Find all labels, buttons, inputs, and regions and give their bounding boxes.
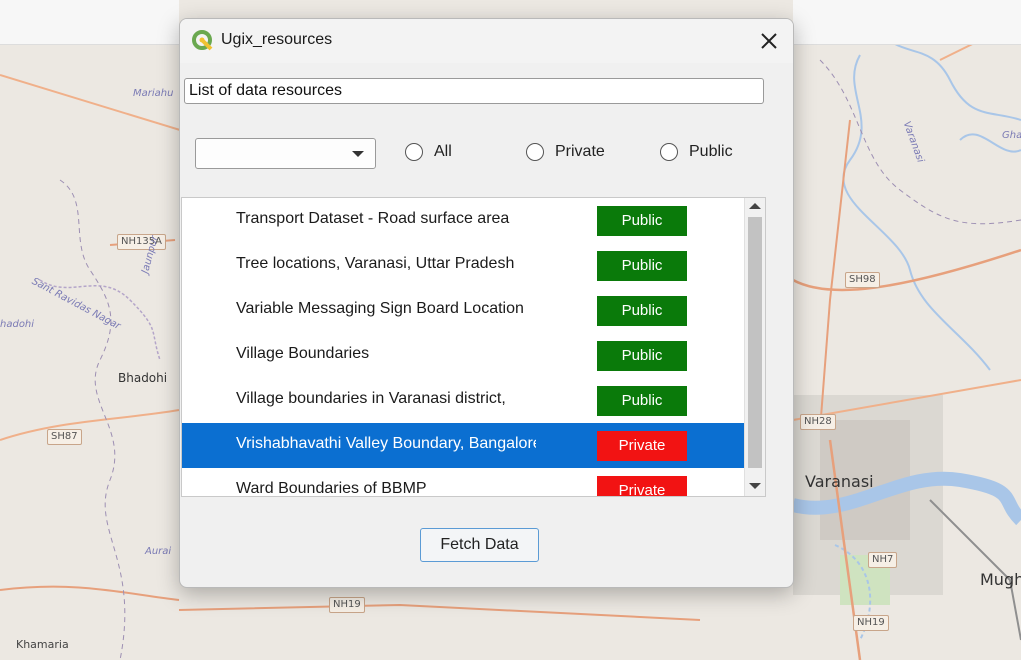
dialog-titlebar[interactable]: Ugix_resources <box>180 19 793 63</box>
fetch-data-button[interactable]: Fetch Data <box>420 528 539 562</box>
ugix-resources-dialog: Ugix_resources All Private Public Transp… <box>179 18 794 588</box>
resource-name: Ward Boundaries of BBMP <box>236 480 427 497</box>
radio-public[interactable]: Public <box>660 140 733 164</box>
scroll-up-arrow-icon[interactable] <box>749 203 761 209</box>
radio-circle-icon <box>526 143 544 161</box>
radio-label: Public <box>689 143 733 160</box>
list-item[interactable]: Ward Boundaries of BBMP Private <box>182 468 744 497</box>
radio-circle-icon <box>660 143 678 161</box>
radio-label: Private <box>555 143 605 160</box>
map-label: Varanasi <box>805 472 874 491</box>
road-shield: NH19 <box>329 597 365 613</box>
map-label: Aurai <box>145 546 172 557</box>
map-tab-strip-left <box>0 0 179 45</box>
chevron-down-icon <box>352 151 364 157</box>
list-item[interactable]: Village Boundaries Public <box>182 333 744 378</box>
list-item[interactable]: Village boundaries in Varanasi district,… <box>182 378 744 423</box>
road-shield: SH98 <box>845 272 880 288</box>
resource-name: Tree locations, Varanasi, Uttar Pradesh <box>236 255 515 272</box>
close-icon[interactable] <box>755 27 783 55</box>
list-item[interactable]: Variable Messaging Sign Board Location P… <box>182 288 744 333</box>
resource-name: Village boundaries in Varanasi district, <box>236 390 506 407</box>
radio-circle-icon <box>405 143 423 161</box>
list-item[interactable]: Tree locations, Varanasi, Uttar Pradesh … <box>182 243 744 288</box>
scrollbar-thumb[interactable] <box>748 217 762 468</box>
resource-list[interactable]: Transport Dataset - Road surface area Pu… <box>181 197 766 497</box>
map-label: hadohi <box>0 319 35 330</box>
access-badge: Private <box>597 431 687 461</box>
list-item[interactable]: Vrishabhavathi Valley Boundary, Bangalor… <box>182 423 744 468</box>
map-tab-strip-right <box>793 0 1021 45</box>
scroll-down-arrow-icon[interactable] <box>749 483 761 489</box>
filter-dropdown[interactable] <box>195 138 376 169</box>
resource-name: Vrishabhavathi Valley Boundary, Bangalor… <box>236 435 536 452</box>
list-item[interactable]: Transport Dataset - Road surface area Pu… <box>182 198 744 243</box>
map-label: Gha <box>1002 130 1021 141</box>
map-label: Khamaria <box>16 638 69 651</box>
road-shield: NH7 <box>868 552 898 568</box>
access-badge: Public <box>597 251 687 281</box>
road-shield: NH19 <box>853 615 889 631</box>
radio-label: All <box>434 143 452 160</box>
map-label: Bhadohi <box>118 371 168 385</box>
resource-name: Transport Dataset - Road surface area <box>236 210 510 227</box>
qgis-logo-icon <box>192 30 213 51</box>
list-scrollbar[interactable] <box>744 198 765 496</box>
map-label: Mugh <box>980 570 1021 589</box>
radio-private[interactable]: Private <box>526 140 605 164</box>
resource-name: Village Boundaries <box>236 345 370 362</box>
access-badge: Public <box>597 386 687 416</box>
access-badge: Public <box>597 296 687 326</box>
resource-name: Variable Messaging Sign Board Location <box>236 300 524 317</box>
road-shield: SH87 <box>47 429 82 445</box>
radio-all[interactable]: All <box>405 140 452 164</box>
access-badge: Public <box>597 341 687 371</box>
access-badge: Public <box>597 206 687 236</box>
dialog-title: Ugix_resources <box>221 31 333 48</box>
access-badge: Private <box>597 476 687 496</box>
road-shield: NH28 <box>800 414 836 430</box>
map-label: Mariahu <box>133 88 174 99</box>
resource-search-input[interactable] <box>184 78 764 104</box>
